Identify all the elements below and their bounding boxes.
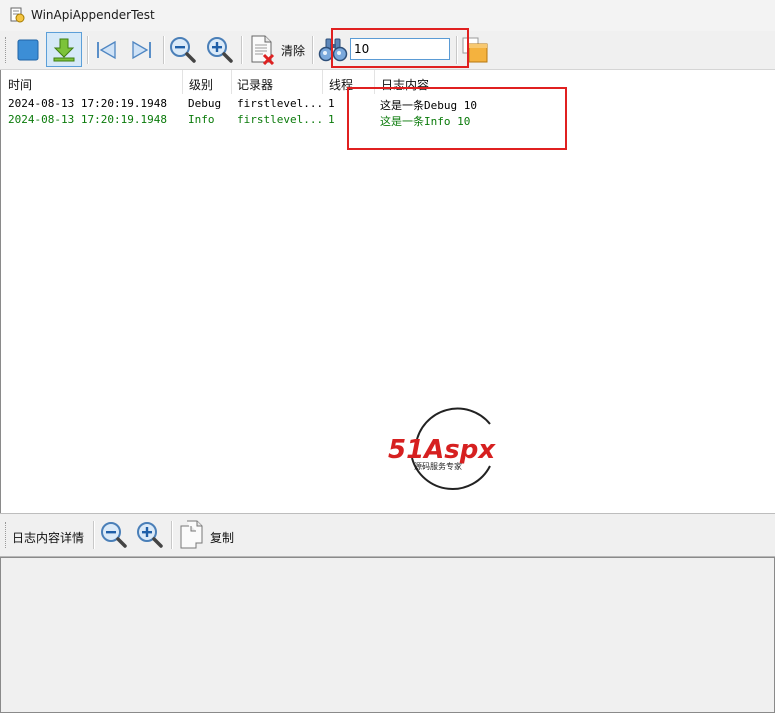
toolbar-separator (241, 36, 243, 64)
cell-logger: firstlevel... (237, 113, 324, 126)
detail-zoom-out-button[interactable] (97, 518, 131, 552)
skip-forward-icon (132, 40, 151, 60)
column-header-logger[interactable]: 记录器 (237, 76, 273, 93)
stop-icon (17, 39, 39, 61)
new-window-button[interactable] (458, 33, 492, 67)
clear-button-label[interactable]: 清除 (281, 42, 305, 59)
cell-message: 这是一条Info 10 (380, 115, 471, 128)
column-header-thread[interactable]: 线程 (329, 76, 353, 93)
cell-message: 这是一条Debug 10 (380, 99, 477, 112)
cascade-windows-icon (462, 37, 488, 63)
table-row[interactable]: 2024-08-13 17:20:19.1948 Info firstlevel… (1, 112, 775, 128)
first-button[interactable] (89, 33, 123, 67)
zoom-out-button[interactable] (166, 33, 200, 67)
column-header-time[interactable]: 时间 (8, 76, 32, 93)
column-separator[interactable] (322, 70, 323, 94)
copy-icon-button[interactable] (175, 518, 209, 552)
cell-time: 2024-08-13 17:20:19.1948 (8, 113, 167, 126)
skip-back-icon (97, 40, 116, 60)
toolbar-grip[interactable] (5, 522, 9, 548)
auto-scroll-button[interactable] (46, 32, 82, 67)
toolbar-separator (171, 521, 173, 549)
toolbar-grip[interactable] (5, 37, 9, 63)
title-bar: WinApiAppenderTest (0, 0, 775, 31)
binoculars-icon (318, 38, 348, 62)
detail-zoom-in-button[interactable] (133, 518, 167, 552)
zoom-out-icon (170, 37, 196, 63)
column-header-level[interactable]: 级别 (189, 76, 213, 93)
cell-time: 2024-08-13 17:20:19.1948 (8, 97, 167, 110)
zoom-in-button[interactable] (203, 33, 237, 67)
download-arrow-icon (53, 38, 75, 61)
cell-level: Debug (188, 97, 222, 110)
clear-document-icon (251, 35, 275, 65)
cell-thread: 1 (328, 113, 335, 126)
last-button[interactable] (125, 33, 159, 67)
cell-logger: firstlevel... (237, 97, 324, 110)
watermark-subtext: 源码服务专家 (414, 461, 462, 471)
toolbar-separator (312, 36, 314, 64)
column-separator[interactable] (182, 70, 183, 94)
cell-level: Info (188, 113, 215, 126)
copy-document-icon (180, 520, 203, 549)
clear-icon-button[interactable] (245, 33, 279, 67)
search-input[interactable] (350, 38, 450, 60)
zoom-in-icon (207, 37, 233, 63)
column-separator[interactable] (374, 70, 375, 94)
cell-thread: 1 (328, 97, 335, 110)
find-button[interactable] (316, 33, 350, 67)
detail-content-pane[interactable] (0, 557, 775, 713)
column-header-message[interactable]: 日志内容 (381, 76, 429, 93)
stop-button[interactable] (11, 33, 45, 67)
column-separator[interactable] (231, 70, 232, 94)
toolbar-separator (163, 36, 165, 64)
zoom-out-icon (101, 522, 127, 548)
table-row[interactable]: 2024-08-13 17:20:19.1948 Debug firstleve… (1, 96, 775, 112)
detail-title: 日志内容详情 (12, 531, 85, 545)
watermark-logo: 51Aspx 源码服务专家 (386, 400, 514, 496)
window-title: WinApiAppenderTest (31, 8, 155, 22)
copy-button-label[interactable]: 复制 (210, 529, 234, 546)
main-toolbar: 清除 (0, 28, 775, 70)
toolbar-separator (93, 521, 95, 549)
zoom-in-icon (137, 522, 163, 548)
app-icon (10, 7, 25, 23)
watermark-text: 51Aspx (388, 435, 496, 465)
detail-toolbar: 日志内容详情 复制 (0, 513, 775, 557)
